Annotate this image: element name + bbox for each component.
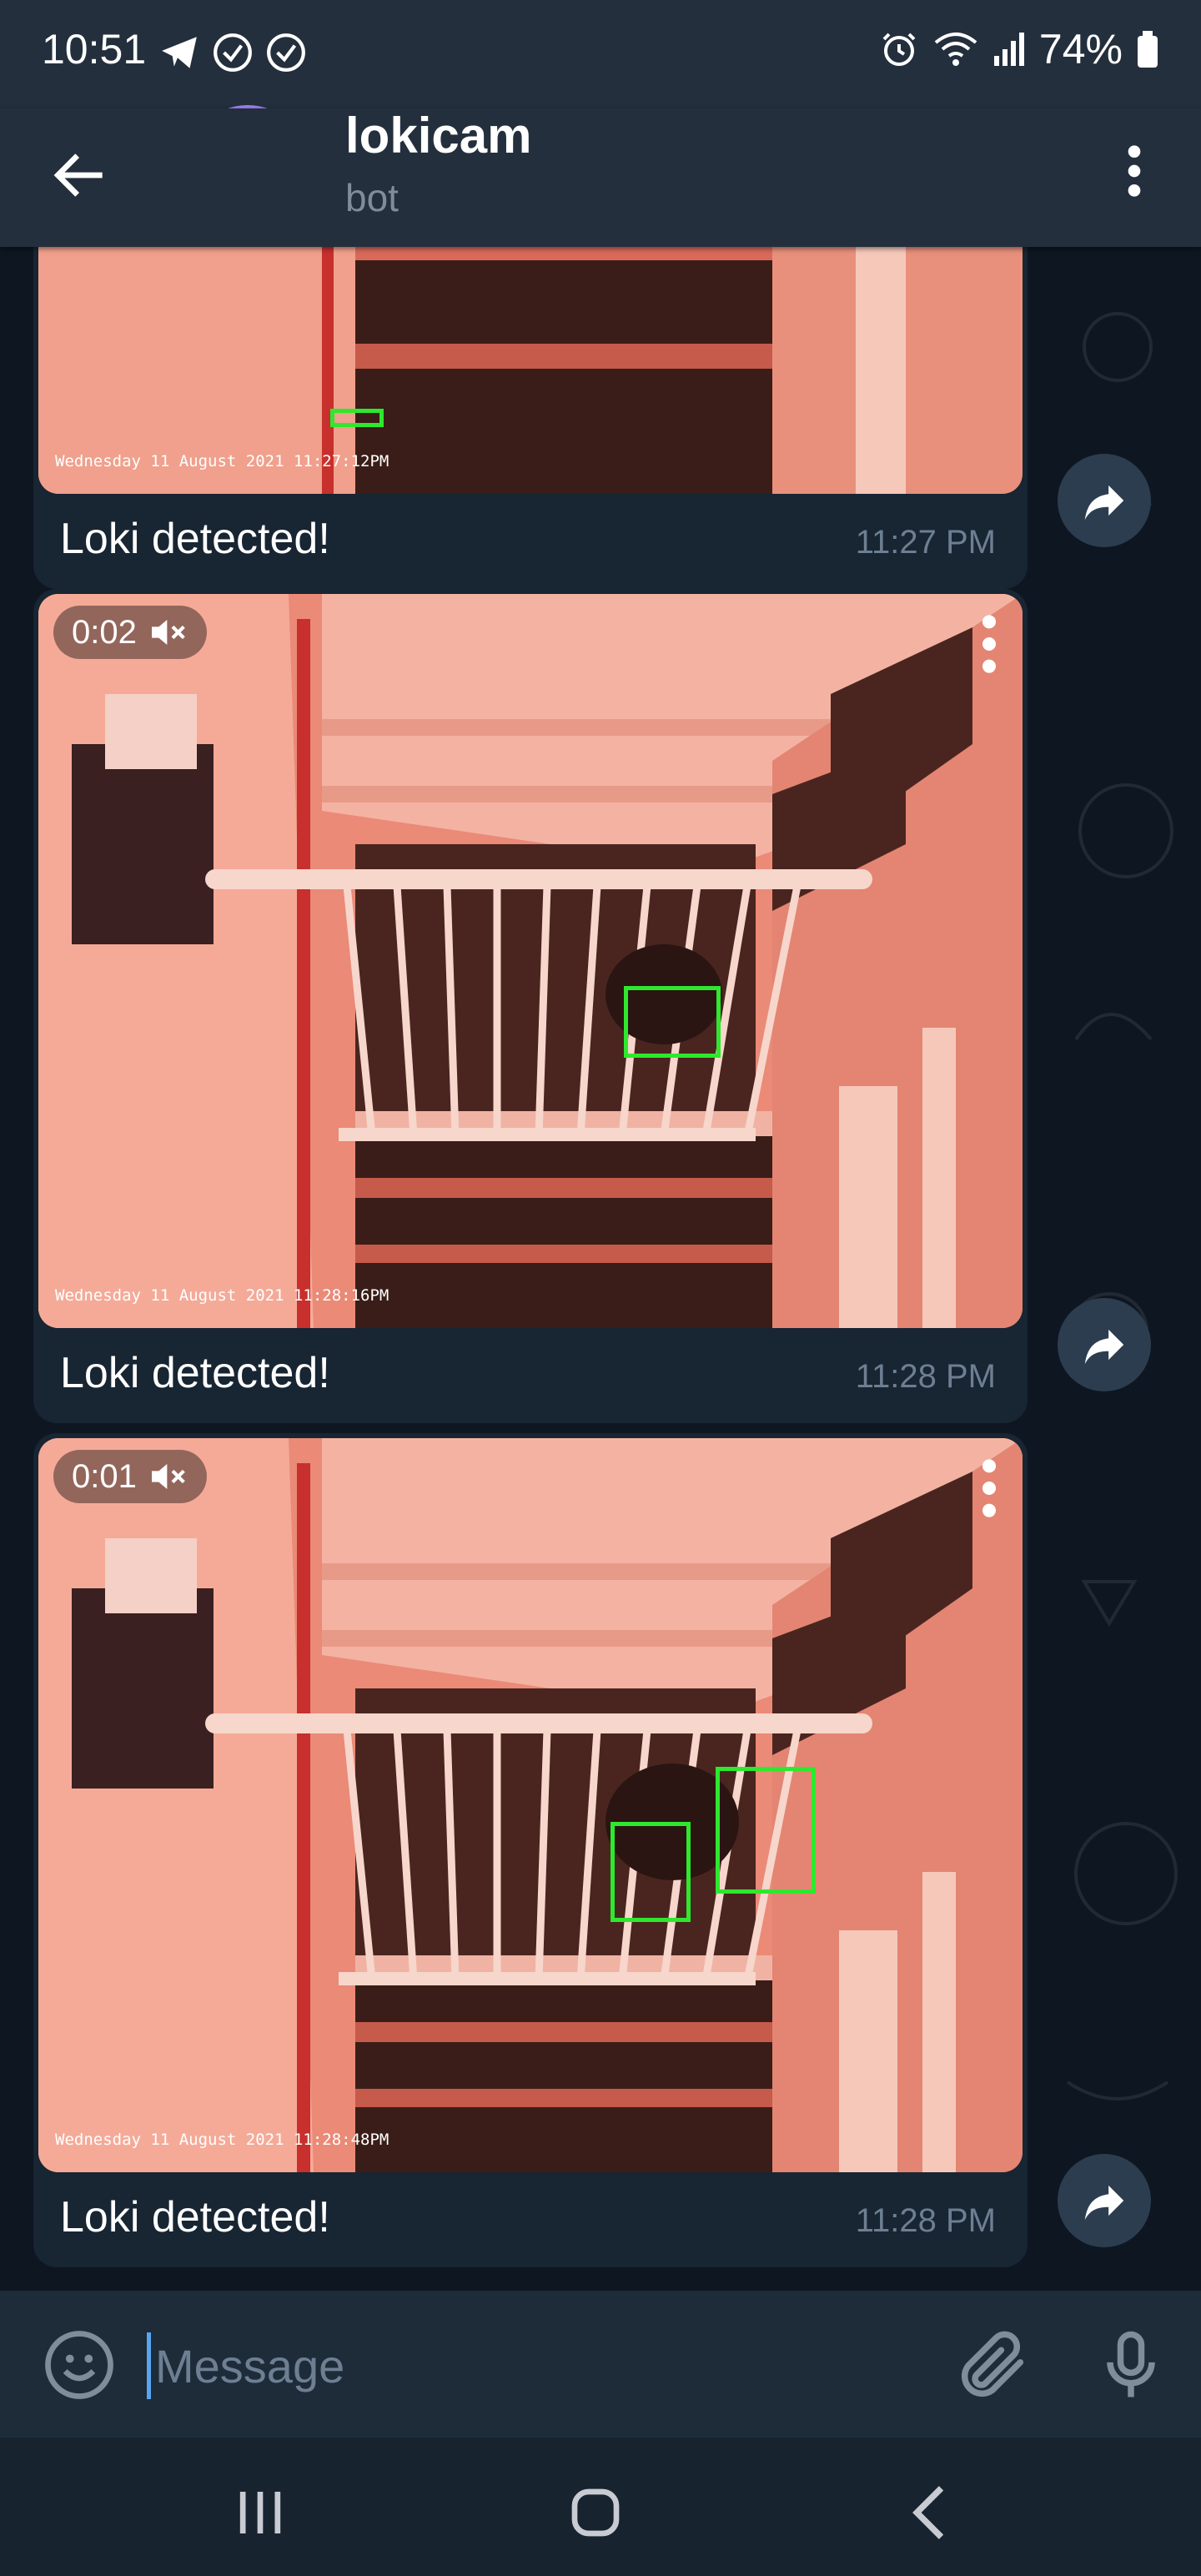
status-time: 10:51 [42, 26, 147, 73]
message-time: 11:28 PM [855, 2202, 996, 2239]
check-circle-icon [267, 33, 305, 72]
message-caption: Loki detected! [60, 515, 330, 563]
detection-box [611, 1822, 691, 1922]
paperclip-icon[interactable] [951, 2324, 1034, 2407]
message-input[interactable] [155, 2324, 906, 2407]
system-navigation-bar [0, 2438, 1201, 2576]
detection-box [330, 409, 384, 427]
forward-button[interactable] [1058, 1298, 1151, 1391]
video-duration: 0:02 [72, 613, 137, 651]
detection-box [624, 986, 721, 1058]
recent-apps-icon[interactable] [219, 2471, 302, 2554]
message-bubble[interactable]: Wednesday 11 August 2021 11:27:12PM Loki… [33, 247, 1028, 589]
forward-button[interactable] [1058, 454, 1151, 547]
more-options-icon[interactable] [1101, 138, 1168, 204]
video-duration: 0:01 [72, 1457, 137, 1495]
status-system-icons: 74% [879, 25, 1159, 73]
message-time: 11:27 PM [855, 524, 996, 561]
message-bubble[interactable]: 0:02 Wednesday 11 August 2021 11:28:16PM… [33, 589, 1028, 1423]
share-arrow-icon [1084, 1329, 1124, 1365]
video-duration-badge: 0:01 [53, 1450, 207, 1503]
video-more-icon[interactable] [972, 1455, 1006, 1522]
video-timestamp: Wednesday 11 August 2021 11:28:16PM [55, 1286, 389, 1305]
telegram-icon [162, 37, 197, 68]
video-timestamp: Wednesday 11 August 2021 11:27:12PM [55, 452, 389, 470]
emoji-icon[interactable] [42, 2327, 117, 2402]
muted-speaker-icon[interactable] [148, 1460, 188, 1493]
share-arrow-icon [1084, 2185, 1124, 2221]
battery-percentage: 74% [1038, 26, 1123, 73]
microphone-icon[interactable] [1089, 2324, 1173, 2407]
back-arrow-icon[interactable] [47, 142, 113, 209]
video-thumbnail[interactable]: Wednesday 11 August 2021 11:27:12PM [38, 247, 1023, 494]
battery-icon [1138, 31, 1158, 68]
muted-speaker-icon[interactable] [148, 616, 188, 649]
camera-scene [38, 1438, 1023, 2172]
alarm-icon [882, 33, 916, 66]
wifi-icon [934, 33, 977, 66]
status-notification-icons [158, 32, 307, 73]
video-duration-badge: 0:02 [53, 606, 207, 659]
message-time: 11:28 PM [855, 1358, 996, 1395]
check-circle-icon [214, 33, 252, 72]
home-icon[interactable] [554, 2471, 637, 2554]
video-thumbnail[interactable]: 0:02 Wednesday 11 August 2021 11:28:16PM [38, 594, 1023, 1328]
chat-title[interactable]: lokicam [345, 107, 531, 164]
detection-box [716, 1767, 816, 1894]
signal-icon [993, 33, 1024, 66]
video-timestamp: Wednesday 11 August 2021 11:28:48PM [55, 2131, 389, 2149]
share-arrow-icon [1084, 485, 1124, 521]
message-caption: Loki detected! [60, 2193, 330, 2241]
camera-scene [38, 594, 1023, 1328]
message-composer [0, 2291, 1201, 2438]
status-bar: 10:51 74% [0, 0, 1201, 108]
text-caret [147, 2332, 151, 2399]
message-caption: Loki detected! [60, 1349, 330, 1397]
nav-back-icon[interactable] [889, 2471, 972, 2554]
video-thumbnail[interactable]: 0:01 Wednesday 11 August 2021 11:28:48PM [38, 1438, 1023, 2172]
chat-subtitle: bot [345, 176, 399, 219]
message-bubble[interactable]: 0:01 Wednesday 11 August 2021 11:28:48PM… [33, 1433, 1028, 2267]
video-more-icon[interactable] [972, 611, 1006, 677]
forward-button[interactable] [1058, 2154, 1151, 2247]
chat-header [0, 108, 1201, 247]
chat-area[interactable]: Wednesday 11 August 2021 11:27:12PM Loki… [0, 247, 1201, 2291]
